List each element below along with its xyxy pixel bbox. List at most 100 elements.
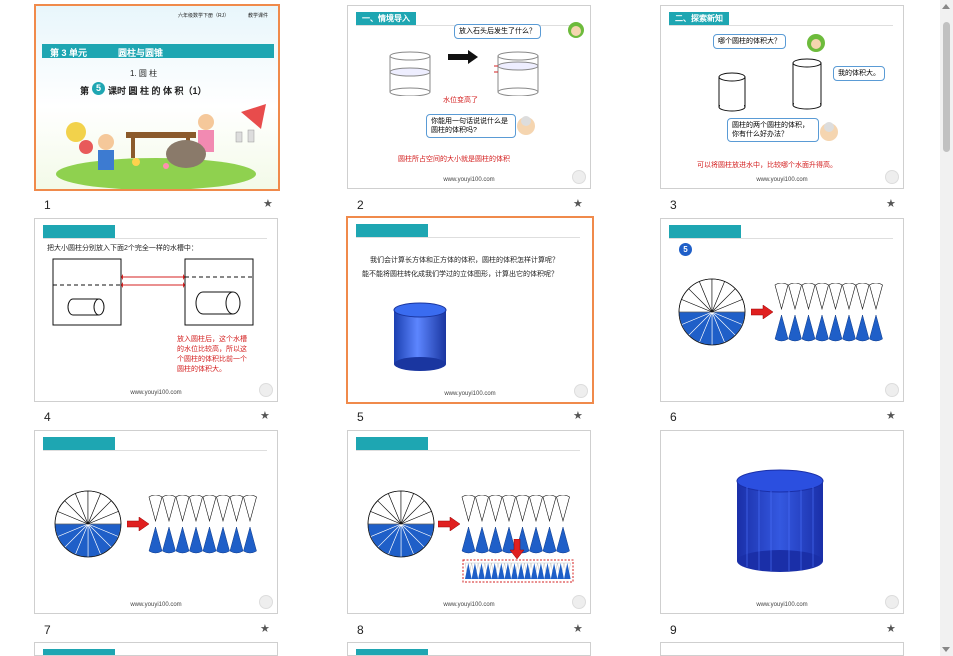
cover-illustration xyxy=(56,104,266,189)
animation-star-icon[interactable]: ★ xyxy=(260,409,270,422)
slide-thumbnail-1[interactable]: 六年级数学下册（RJ） 教学课件 第 3 单元 圆柱与圆锥 1. 圆 柱 第 5… xyxy=(34,4,280,191)
circle-sectors xyxy=(678,278,746,346)
teacher-icon xyxy=(517,116,535,135)
animation-star-icon[interactable]: ★ xyxy=(573,622,583,635)
animation-star-icon[interactable]: ★ xyxy=(573,409,583,422)
scroll-up-arrow-icon[interactable] xyxy=(942,4,950,9)
white-sector xyxy=(202,495,217,523)
tall-cylinder xyxy=(792,58,822,110)
scroll-down-arrow-icon[interactable] xyxy=(942,647,950,652)
blue-sector xyxy=(828,314,843,342)
slide-number-5: 5 xyxy=(357,410,364,424)
beaker-before xyxy=(389,51,431,96)
footer-url: www.youyi100.com xyxy=(444,391,496,397)
corner-swirl-icon xyxy=(885,595,899,609)
reply-bubble: 我的体积大。 xyxy=(833,66,885,81)
corner-swirl-icon xyxy=(885,383,899,397)
merged-strip xyxy=(462,559,574,583)
slide-thumbnail-7[interactable]: www.youyi100.com xyxy=(34,430,278,614)
white-sector xyxy=(542,495,557,523)
slide-number-1: 1 xyxy=(44,198,51,212)
instruction-text: 把大小圆柱分别放入下面2个完全一样的水槽中： xyxy=(47,245,198,252)
question-line-2: 能不能将圆柱转化成我们学过的立体图形，计算出它的体积呢？ xyxy=(362,271,558,278)
small-cylinder xyxy=(718,72,746,112)
blue-sliced-cylinder xyxy=(736,469,824,572)
white-sector xyxy=(216,495,230,523)
header-line xyxy=(669,238,893,239)
lesson-badge: 5 xyxy=(92,82,105,95)
scrollbar-thumb[interactable] xyxy=(943,22,950,152)
slide-thumbnail-6[interactable]: 5 xyxy=(660,218,904,402)
slide-number-6: 6 xyxy=(670,410,677,424)
blue-sector xyxy=(202,526,217,554)
course-tag: 教学课件 xyxy=(248,13,269,19)
footer-url: www.youyi100.com xyxy=(443,602,495,608)
white-sector xyxy=(488,495,503,523)
vertical-scrollbar[interactable] xyxy=(940,0,953,656)
blue-sector xyxy=(869,314,883,342)
question-bubble: 哪个圆柱的体积大？ xyxy=(713,34,786,49)
red-right-arrow-icon xyxy=(127,517,149,531)
slide-number-3: 3 xyxy=(670,198,677,212)
white-sector xyxy=(148,495,163,523)
animation-star-icon[interactable]: ★ xyxy=(260,622,270,635)
blue-sector xyxy=(148,526,163,554)
white-sector xyxy=(828,283,843,311)
slide-thumbnail-12[interactable] xyxy=(660,642,904,656)
white-sector xyxy=(842,283,856,311)
animation-star-icon[interactable]: ★ xyxy=(886,197,896,210)
slide-thumbnail-3[interactable]: 二、探索新知 哪个圆柱的体积大？ 我的体积大。 圆柱的两个圆柱的体积，你有什么好… xyxy=(660,5,904,189)
blue-sector xyxy=(488,526,503,554)
header-line xyxy=(43,238,267,239)
rearranged-sectors xyxy=(148,495,257,554)
white-sector xyxy=(189,495,203,523)
white-sector xyxy=(529,495,543,523)
corner-swirl-icon xyxy=(572,170,586,184)
slide-number-2: 2 xyxy=(357,198,364,212)
blue-sector xyxy=(175,526,190,554)
slide-header xyxy=(356,224,428,237)
slide-header xyxy=(43,437,115,450)
lesson-title: 课时 圆 柱 的 体 积（1） xyxy=(108,86,207,96)
slide-header xyxy=(356,649,428,655)
section-title: 1. 圆 柱 xyxy=(130,69,158,78)
blue-sector xyxy=(162,526,176,554)
slide-number-9: 9 xyxy=(670,623,677,637)
slide-thumbnail-5[interactable]: 我们会计算长方体和正方体的体积，圆柱的体积怎样计算呢？ 能不能将圆柱转化成我们学… xyxy=(346,216,594,404)
blue-sector xyxy=(229,526,244,554)
rearranged-sectors xyxy=(774,283,883,342)
blue-sector xyxy=(815,314,829,342)
blue-cylinder xyxy=(393,302,447,371)
animation-star-icon[interactable]: ★ xyxy=(573,197,583,210)
animation-star-icon[interactable]: ★ xyxy=(886,409,896,422)
blue-sector xyxy=(529,526,543,554)
animation-star-icon[interactable]: ★ xyxy=(886,622,896,635)
white-sector xyxy=(162,495,176,523)
unit-number: 第 3 单元 xyxy=(50,48,88,58)
blue-sector xyxy=(774,314,789,342)
right-arrow-icon xyxy=(448,50,478,64)
definition-question-bubble: 你能用一句话说说什么是圆柱的体积吗? xyxy=(426,114,516,138)
header-line xyxy=(669,25,893,26)
slide-thumbnail-4[interactable]: 把大小圆柱分别放入下面2个完全一样的水槽中： 放入圆柱后，这个水槽 的水位比较高… xyxy=(34,218,278,402)
slide-thumbnail-9[interactable]: www.youyi100.com xyxy=(660,430,904,614)
lesson-prefix: 第 xyxy=(80,86,90,96)
slide-number-4: 4 xyxy=(44,410,51,424)
question-bubble: 放入石头后发生了什么？ xyxy=(454,24,541,39)
blue-sector xyxy=(216,526,230,554)
step-badge: 5 xyxy=(679,243,692,256)
blue-sector xyxy=(788,314,802,342)
slide-sorter-grid: 六年级数学下册（RJ） 教学课件 第 3 单元 圆柱与圆锥 1. 圆 柱 第 5… xyxy=(0,0,940,656)
slide-thumbnail-10[interactable] xyxy=(34,642,278,656)
white-sector xyxy=(801,283,816,311)
slide-thumbnail-2[interactable]: 一、情境导入 放入石头后发生了什么？ 水位变高了 你能用一句话说说什么是圆柱的体… xyxy=(347,5,591,189)
slide-thumbnail-8[interactable]: www.youyi100.com xyxy=(347,430,591,614)
footer-url: www.youyi100.com xyxy=(756,602,808,608)
animation-star-icon[interactable]: ★ xyxy=(263,197,273,210)
corner-swirl-icon xyxy=(574,384,588,398)
header-line xyxy=(43,450,267,451)
white-sector xyxy=(502,495,516,523)
white-sector xyxy=(243,495,257,523)
slide-thumbnail-11[interactable] xyxy=(347,642,591,656)
white-sector xyxy=(815,283,829,311)
